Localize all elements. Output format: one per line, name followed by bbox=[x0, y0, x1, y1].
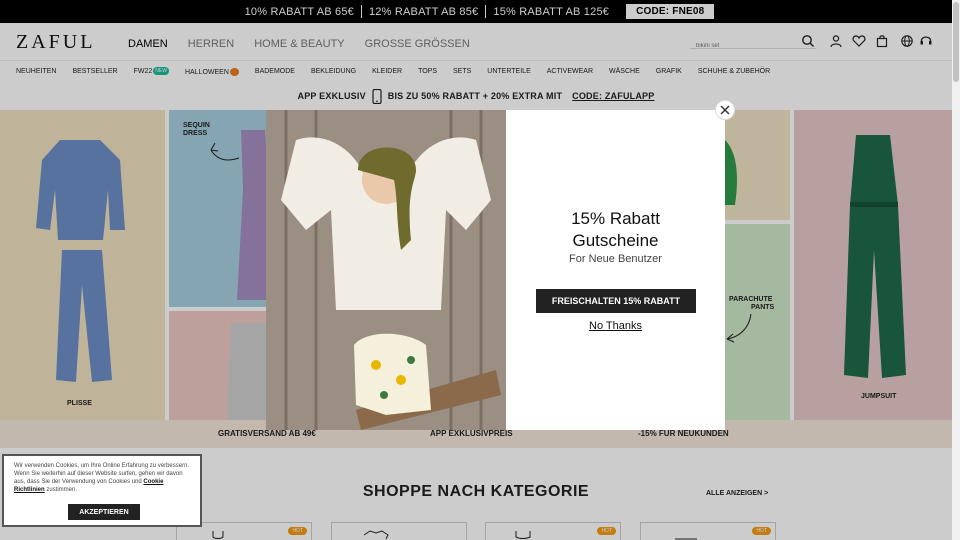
discount-modal: 15% Rabatt Gutscheine For Neue Benutzer … bbox=[266, 110, 725, 430]
unlock-discount-button[interactable]: FREISCHALTEN 15% RABATT bbox=[536, 289, 696, 313]
no-thanks-link[interactable]: No Thanks bbox=[506, 320, 725, 332]
page-scrollbar[interactable] bbox=[952, 0, 960, 540]
close-icon bbox=[720, 105, 730, 115]
modal-subtitle: For Neue Benutzer bbox=[569, 253, 662, 265]
modal-title-line2: Gutscheine bbox=[572, 231, 659, 250]
modal-title: 15% Rabatt Gutscheine bbox=[506, 208, 725, 252]
cookie-text-suffix: zustimmen. bbox=[46, 487, 78, 493]
scrollbar-thumb[interactable] bbox=[953, 2, 959, 82]
cookie-notice: Wir verwenden Cookies, um Ihre Online Er… bbox=[2, 454, 202, 527]
model-photo bbox=[266, 110, 506, 430]
modal-body: 15% Rabatt Gutscheine For Neue Benutzer … bbox=[506, 110, 725, 430]
modal-title-line1: 15% Rabatt bbox=[571, 209, 660, 228]
close-modal-button[interactable] bbox=[715, 100, 735, 120]
accept-cookies-button[interactable]: AKZEPTIEREN bbox=[68, 504, 140, 520]
page: 10% RABATT AB 65€ 12% RABATT AB 85€ 15% … bbox=[0, 0, 960, 540]
modal-image bbox=[266, 110, 506, 430]
